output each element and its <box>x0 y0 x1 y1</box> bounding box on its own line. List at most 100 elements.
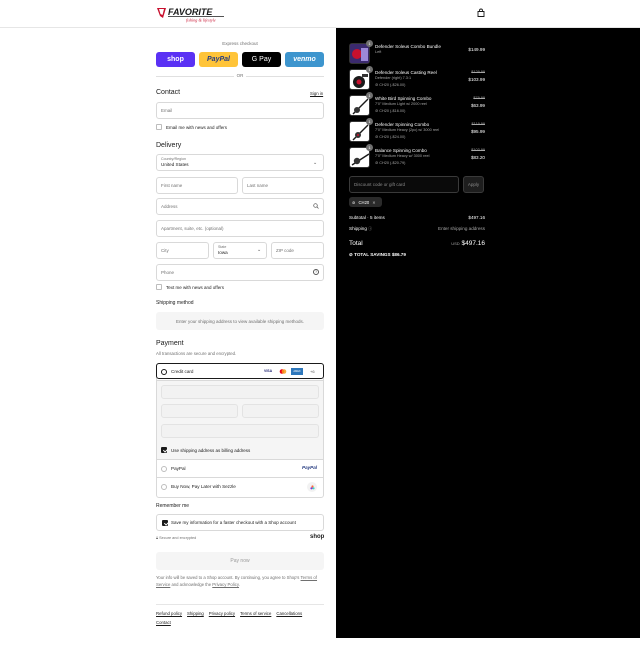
shipping-method-notice: Enter your shipping address to view avai… <box>156 312 324 330</box>
terms-of-service-footer-link[interactable]: Terms of service <box>240 611 271 616</box>
bag-icon[interactable] <box>476 8 486 18</box>
pay-now-button[interactable]: Pay now <box>156 552 324 570</box>
paypal-label: PayPal <box>171 466 186 471</box>
paypal-option[interactable]: PayPal PayPal <box>157 460 323 478</box>
total-row: Total USD $497.16 <box>349 240 485 247</box>
contact-link[interactable]: Contact <box>156 620 171 625</box>
contact-heading: Contact <box>156 89 181 96</box>
order-summary-panel <box>336 28 640 638</box>
country-select[interactable]: Country/Region United States <box>156 154 324 171</box>
card-number-field[interactable] <box>161 385 319 399</box>
item-price: $63.99 <box>470 103 485 108</box>
item-price: $149.99 <box>468 47 485 52</box>
shipping-link[interactable]: Shipping <box>187 611 204 616</box>
tag-icon: ⊘ <box>375 83 379 87</box>
shipping-method-heading: Shipping method <box>156 300 194 306</box>
email-news-label: Email me with news and offers <box>166 125 227 130</box>
sign-in-link[interactable]: Sign in <box>310 91 323 96</box>
quantity-badge: 1 <box>366 118 373 125</box>
name-on-card-field[interactable] <box>161 424 319 438</box>
remove-discount-icon[interactable]: ✕ <box>372 200 376 205</box>
item-discount-text: CH20 (-$24.00) <box>379 135 406 139</box>
item-price: $95.99 <box>470 129 485 134</box>
payment-subtitle: All transactions are secure and encrypte… <box>156 351 237 356</box>
chevron-down-icon: ⌄ <box>257 247 262 253</box>
city-field[interactable]: City <box>156 242 209 259</box>
savings-value: $86.79 <box>391 252 406 257</box>
state-value: Iowa <box>218 250 228 255</box>
billing-same-checkbox[interactable] <box>161 447 167 453</box>
text-news-checkbox[interactable] <box>156 284 162 290</box>
remember-me-label: Save my information for a faster checkou… <box>171 520 296 525</box>
security-code-field[interactable] <box>242 404 319 418</box>
info-icon[interactable]: ⓘ <box>368 226 372 231</box>
remember-me-box: Save my information for a faster checkou… <box>156 514 324 531</box>
terms-text: Your info will be saved to a Shop accoun… <box>156 575 300 580</box>
total-amount: USD $497.16 <box>451 240 485 247</box>
checkout-form-panel <box>0 28 336 638</box>
subtotal-value: $497.16 <box>468 215 485 220</box>
billing-same-label: Use shipping address as billing address <box>171 448 251 453</box>
tag-icon: ⊘ <box>352 199 356 205</box>
apply-discount-button[interactable]: Apply <box>463 176 484 193</box>
apartment-field[interactable]: Apartment, suite, etc. (optional) <box>156 220 324 237</box>
total-value: $497.16 <box>461 240 486 247</box>
email-field[interactable]: Email <box>156 102 324 119</box>
paypal-logo: PayPal <box>302 465 318 470</box>
shop-pay-button[interactable]: shop <box>156 52 195 67</box>
cancellations-link[interactable]: Cancellations <box>276 611 302 616</box>
credit-card-option[interactable]: Credit card VISA AMEX +6 <box>156 363 324 379</box>
cart-item: 1 White Bird Spinning Combo 7'0" Medium … <box>349 92 485 117</box>
item-variant: 7'0" Medium Heavy (2pc) w/ 3000 reel <box>375 128 440 132</box>
sezzle-option[interactable]: Buy Now, Pay Later with Sezzle <box>157 478 323 497</box>
cart-item: 1 Defender Soleus Combo Bundle Left $149… <box>349 40 485 65</box>
discount-code-input[interactable]: Discount code or gift card <box>349 176 459 193</box>
first-name-field[interactable]: First name <box>156 177 238 194</box>
paypal-radio[interactable] <box>161 466 167 472</box>
phone-field[interactable]: Phone <box>156 264 324 281</box>
address-field[interactable]: Address <box>156 198 324 215</box>
remember-me-checkbox[interactable] <box>162 520 168 526</box>
text-news-label: Text me with news and offers <box>166 285 224 290</box>
secure-label: Secure and encrypted <box>159 536 197 540</box>
item-discount-text: CH20 (-$26.00) <box>379 83 406 87</box>
item-discount-text: CH20 (-$20.79) <box>379 161 406 165</box>
credit-card-label: Credit card <box>171 369 194 374</box>
item-variant: 7'0" Medium Light w/ 2000 reel <box>375 102 427 106</box>
privacy-policy-footer-link[interactable]: Privacy policy <box>209 611 235 616</box>
savings-label: TOTAL SAVINGS <box>354 252 391 257</box>
paypal-button[interactable]: PayPal <box>199 52 238 67</box>
email-news-checkbox[interactable] <box>156 124 162 130</box>
privacy-policy-link[interactable]: Privacy Policy <box>212 582 239 587</box>
zip-field[interactable]: ZIP code <box>271 242 324 259</box>
help-icon[interactable]: ? <box>313 269 319 275</box>
refund-policy-link[interactable]: Refund policy <box>156 611 182 616</box>
venmo-button[interactable]: venmo <box>285 52 324 67</box>
visa-icon: VISA <box>264 369 273 373</box>
item-discount: ⊘ CH20 (-$20.79) <box>375 160 405 165</box>
total-label: Total <box>349 240 363 247</box>
item-name: Defender Soleus Combo Bundle <box>375 44 441 49</box>
google-pay-button[interactable]: G Pay <box>242 52 281 67</box>
quantity-badge: 1 <box>366 66 373 73</box>
credit-card-radio[interactable] <box>161 369 167 375</box>
item-name: Defender Spinning Combo <box>375 122 430 127</box>
tag-icon: ⊘ <box>375 109 379 113</box>
payment-methods: Credit card VISA AMEX +6 Use shipping ad… <box>156 363 324 498</box>
expiry-field[interactable] <box>161 404 238 418</box>
item-name: White Bird Spinning Combo <box>375 96 432 101</box>
last-name-field[interactable]: Last name <box>242 177 324 194</box>
shipping-label: Shipping <box>349 226 367 231</box>
tag-icon: ⊘ <box>375 161 379 165</box>
brand-logo[interactable]: FAVORITE fishing & lifestyle <box>156 5 226 23</box>
item-discount: ⊘ CH20 (-$26.00) <box>375 82 405 87</box>
shipping-row: Shipping ⓘ Enter shipping address <box>349 226 485 232</box>
quantity-badge: 1 <box>366 40 373 47</box>
country-value: United States <box>161 162 189 167</box>
sezzle-label: Buy Now, Pay Later with Sezzle <box>171 484 236 489</box>
sezzle-radio[interactable] <box>161 484 167 490</box>
item-original-price: $103.99 <box>471 148 485 152</box>
shop-logo: shop <box>310 534 325 540</box>
quantity-badge: 1 <box>366 144 373 151</box>
lock-icon: 🔒︎ <box>156 536 159 540</box>
